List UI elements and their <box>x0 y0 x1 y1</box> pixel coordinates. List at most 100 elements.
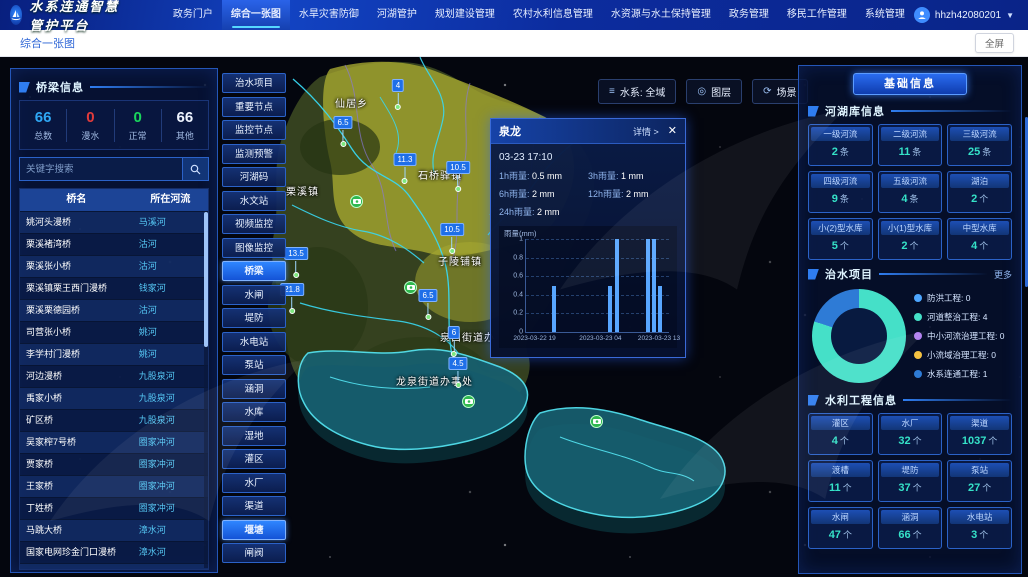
table-row[interactable]: 丁姓桥圈家冲河 <box>20 497 208 519</box>
layer-item-监测预警[interactable]: 监测预警 <box>222 144 286 164</box>
station-marker[interactable]: 10.5 <box>446 157 470 192</box>
layer-item-闸阀[interactable]: 闸阀 <box>222 543 286 563</box>
station-marker[interactable]: 6.5 <box>333 112 352 147</box>
table-row[interactable]: 马跳大桥漳水河 <box>20 519 208 541</box>
station-marker[interactable]: 13.5 <box>284 243 308 278</box>
info-card-湖泊[interactable]: 湖泊2个 <box>947 171 1012 213</box>
info-card-二级河流[interactable]: 二级河流11条 <box>878 124 943 166</box>
table-row[interactable]: 姚河头漫桥马溪河 <box>20 211 208 233</box>
station-marker[interactable]: 4.5 <box>448 353 467 388</box>
table-row[interactable]: 王家桥圈家冲河 <box>20 475 208 497</box>
nav-item[interactable]: 河湖管护 <box>368 0 426 30</box>
info-card-堤防[interactable]: 堤防37个 <box>878 460 943 502</box>
table-row[interactable]: 国家电网珍金门口漫桥漳水河 <box>20 541 208 563</box>
info-card-泵站[interactable]: 泵站27个 <box>947 460 1012 502</box>
info-card-小(2)型水库[interactable]: 小(2)型水库5个 <box>808 218 873 260</box>
nav-item[interactable]: 系统管理 <box>856 0 914 30</box>
layer-item-泵站[interactable]: 泵站 <box>222 355 286 375</box>
card-unit: 个 <box>913 436 922 446</box>
station-marker[interactable]: 11.3 <box>394 149 417 184</box>
info-card-四级河流[interactable]: 四级河流9条 <box>808 171 873 213</box>
info-card-水闸[interactable]: 水闸47个 <box>808 507 873 549</box>
map-control-图层[interactable]: ◎图层 <box>686 79 742 104</box>
nav-item[interactable]: 水旱灾害防御 <box>290 0 368 30</box>
layer-item-监控节点[interactable]: 监控节点 <box>222 120 286 140</box>
marker-value: 4 <box>392 79 404 92</box>
info-card-渠道[interactable]: 渠道1037个 <box>947 413 1012 455</box>
layer-item-水闸[interactable]: 水闸 <box>222 285 286 305</box>
station-marker[interactable]: 4 <box>392 75 404 110</box>
camera-icon[interactable] <box>590 415 603 428</box>
layer-item-水厂[interactable]: 水厂 <box>222 473 286 493</box>
info-card-五级河流[interactable]: 五级河流4条 <box>878 171 943 213</box>
layer-item-涵洞[interactable]: 涵洞 <box>222 379 286 399</box>
table-row[interactable]: 栗溪褚湾桥沽河 <box>20 233 208 255</box>
layer-item-水库[interactable]: 水库 <box>222 402 286 422</box>
table-scrollbar[interactable] <box>204 212 208 568</box>
table-row[interactable]: 吴家榨7号桥圈家冲河 <box>20 431 208 453</box>
nav-item[interactable]: 水资源与水土保持管理 <box>602 0 720 30</box>
refresh-icon: ⟳ <box>763 87 771 97</box>
bridge-name-cell: 马跳大桥 <box>20 520 133 541</box>
nav-item[interactable]: 政务门户 <box>164 0 222 30</box>
more-link[interactable]: 更多 <box>994 268 1012 281</box>
layer-item-渠道[interactable]: 渠道 <box>222 496 286 516</box>
basic-info-button[interactable]: 基础信息 <box>853 73 967 95</box>
layer-item-湿地[interactable]: 湿地 <box>222 426 286 446</box>
info-card-一级河流[interactable]: 一级河流2条 <box>808 124 873 166</box>
info-card-涵洞[interactable]: 涵洞66个 <box>878 507 943 549</box>
info-card-三级河流[interactable]: 三级河流25条 <box>947 124 1012 166</box>
info-card-渡槽[interactable]: 渡槽11个 <box>808 460 873 502</box>
camera-icon[interactable] <box>404 281 417 294</box>
search-button[interactable] <box>183 157 209 181</box>
user-menu[interactable]: hhzh42080201 ▼ <box>914 7 1014 23</box>
info-card-水电站[interactable]: 水电站3个 <box>947 507 1012 549</box>
layer-item-堤防[interactable]: 堤防 <box>222 308 286 328</box>
info-card-小(1)型水库[interactable]: 小(1)型水库2个 <box>878 218 943 260</box>
nav-item[interactable]: 综合一张图 <box>222 0 290 30</box>
layer-item-重要节点[interactable]: 重要节点 <box>222 97 286 117</box>
search-input[interactable] <box>19 157 183 181</box>
info-card-中型水库[interactable]: 中型水库4个 <box>947 218 1012 260</box>
popup-detail-link[interactable]: 详情 > <box>633 125 659 138</box>
nav-item[interactable]: 农村水利信息管理 <box>504 0 602 30</box>
table-row[interactable]: 象河水库桥漳水河 <box>20 563 208 570</box>
table-row[interactable]: 矿区桥九股泉河 <box>20 409 208 431</box>
info-card-灌区[interactable]: 灌区4个 <box>808 413 873 455</box>
breadcrumb[interactable]: 综合一张图 <box>20 35 75 51</box>
station-marker[interactable]: 10.5 <box>440 219 464 254</box>
layer-item-桥梁[interactable]: 桥梁 <box>222 261 286 281</box>
table-row[interactable]: 栗溪栗德园桥沽河 <box>20 299 208 321</box>
table-row[interactable]: 禹家小桥九股泉河 <box>20 387 208 409</box>
station-marker[interactable]: 6.5 <box>418 285 437 320</box>
layer-item-堰塘[interactable]: 堰塘 <box>222 520 286 540</box>
table-row[interactable]: 河边漫桥九股泉河 <box>20 365 208 387</box>
rain-value: 1 mm <box>621 171 644 181</box>
info-card-水厂[interactable]: 水厂32个 <box>878 413 943 455</box>
map-canvas[interactable]: 仙居乡栗溪镇石桥驿镇子陵铺镇泉口街道办龙泉街道办事处 46.511.310.51… <box>0 57 1028 577</box>
station-marker[interactable]: 6 <box>448 322 460 357</box>
card-unit: 个 <box>988 436 997 446</box>
layer-item-河湖码[interactable]: 河湖码 <box>222 167 286 187</box>
stat-label: 正常 <box>115 129 161 142</box>
marker-dot <box>425 314 431 320</box>
nav-item[interactable]: 政务管理 <box>720 0 778 30</box>
layer-item-水电站[interactable]: 水电站 <box>222 332 286 352</box>
camera-icon[interactable] <box>462 395 475 408</box>
close-icon[interactable]: ✕ <box>668 126 677 137</box>
map-control-水系: 全域[interactable]: ≡水系: 全域 <box>598 79 676 104</box>
table-row[interactable]: 栗溪张小桥沽河 <box>20 255 208 277</box>
table-row[interactable]: 栗溪镇栗王西门漫桥钱家河 <box>20 277 208 299</box>
camera-icon[interactable] <box>350 195 363 208</box>
table-row[interactable]: 李学村门漫桥姚河 <box>20 343 208 365</box>
layer-item-治水项目[interactable]: 治水项目 <box>222 73 286 93</box>
layer-item-灌区[interactable]: 灌区 <box>222 449 286 469</box>
nav-item[interactable]: 规划建设管理 <box>426 0 504 30</box>
layer-item-图像监控[interactable]: 图像监控 <box>222 238 286 258</box>
layer-item-水文站[interactable]: 水文站 <box>222 191 286 211</box>
table-row[interactable]: 贾家桥圈家冲河 <box>20 453 208 475</box>
nav-item[interactable]: 移民工作管理 <box>778 0 856 30</box>
fullscreen-button[interactable]: 全屏 <box>975 33 1014 53</box>
table-row[interactable]: 司营张小桥姚河 <box>20 321 208 343</box>
layer-item-视频监控[interactable]: 视频监控 <box>222 214 286 234</box>
